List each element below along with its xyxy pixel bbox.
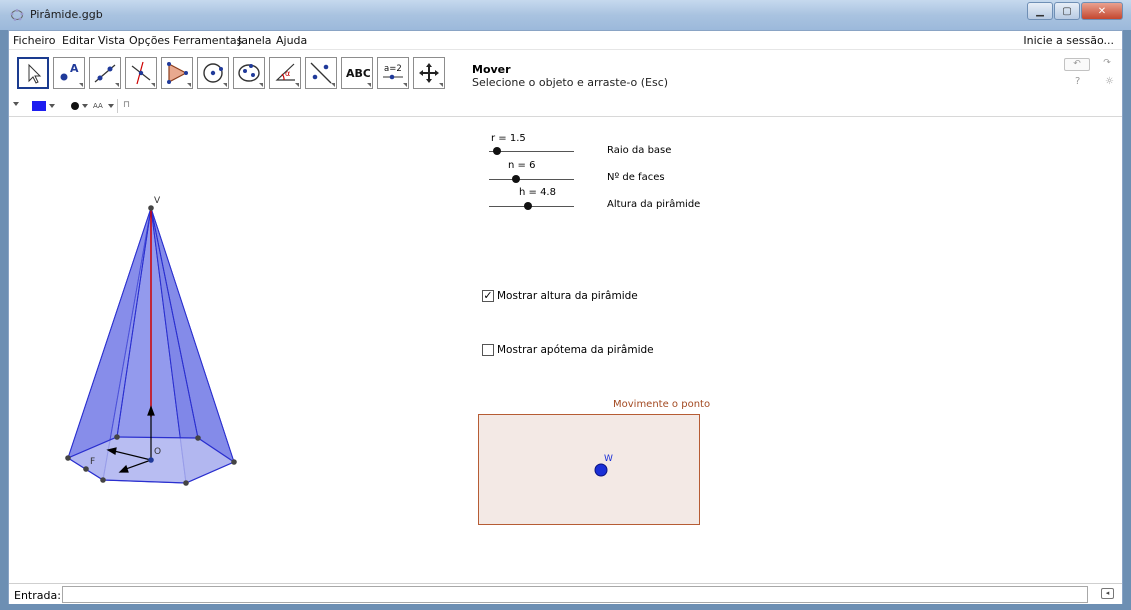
checkbox-show-height[interactable]: ✓ Mostrar altura da pirâmide xyxy=(482,290,638,302)
window-titlebar: Pirâmide.ggb ▁ ▢ ✕ xyxy=(0,0,1131,30)
color-swatch[interactable] xyxy=(32,101,46,111)
stylebar-divider xyxy=(117,99,118,113)
slider-r-knob[interactable] xyxy=(493,147,501,155)
vertex-point[interactable] xyxy=(231,459,237,465)
foot-label: F xyxy=(90,457,95,467)
point-style-icon[interactable] xyxy=(71,102,79,110)
tool-line[interactable] xyxy=(89,57,121,89)
vertex-point[interactable] xyxy=(183,480,189,486)
slider-h-knob[interactable] xyxy=(524,202,532,210)
slider-n-caption: Nº de faces xyxy=(607,172,665,183)
checkbox-show-apothem-label: Mostrar apótema da pirâmide xyxy=(497,344,654,356)
menu-ficheiro[interactable]: Ficheiro xyxy=(13,34,55,47)
tool-perpendicular[interactable] xyxy=(125,57,157,89)
tool-circle[interactable] xyxy=(197,57,229,89)
menu-ajuda[interactable]: Ajuda xyxy=(276,34,307,47)
point-w-label: W xyxy=(604,454,613,464)
checkbox-unchecked-icon xyxy=(482,344,494,356)
tool-text[interactable]: ABC xyxy=(341,57,373,89)
graphics-view[interactable]: V O F r = 1.5 Raio da base n = 6 Nº de f… xyxy=(9,117,1122,583)
undo-icon: ↶ xyxy=(1073,59,1081,69)
help-icon[interactable]: ? xyxy=(1075,76,1080,87)
slider-n-track[interactable] xyxy=(489,179,574,180)
tool-conic[interactable] xyxy=(233,57,265,89)
color-dropdown-icon[interactable] xyxy=(49,104,55,108)
tool-angle[interactable]: α xyxy=(269,57,301,89)
checkbox-checked-icon: ✓ xyxy=(482,289,494,302)
center-point-o[interactable] xyxy=(148,457,154,463)
menu-ferramentas[interactable]: Ferramentas xyxy=(173,34,242,47)
input-field[interactable] xyxy=(62,586,1088,603)
slider-r-track[interactable] xyxy=(489,151,574,152)
minimize-icon: ▁ xyxy=(1036,5,1044,17)
menu-bar: Ficheiro Editar Vista Opções Ferramentas… xyxy=(9,31,1122,50)
tool-slider[interactable]: a=2 xyxy=(377,57,409,89)
slider-r-label: r = 1.5 xyxy=(491,133,526,144)
redo-icon: ↷ xyxy=(1103,58,1111,68)
app-window: Ficheiro Editar Vista Opções Ferramentas… xyxy=(8,30,1123,604)
slider-n-label: n = 6 xyxy=(508,160,536,171)
point-w-drawing: W xyxy=(594,454,613,477)
move-arrow-icon xyxy=(28,63,42,84)
vertex-point[interactable] xyxy=(100,477,106,483)
input-bar: Entrada: ◂ xyxy=(9,583,1122,604)
style-bar: AA ⊓ xyxy=(9,97,1122,117)
label-style-icon[interactable]: AA xyxy=(93,102,103,110)
svg-text:α: α xyxy=(285,69,290,78)
window-title: Pirâmide.ggb xyxy=(30,8,103,21)
maximize-button[interactable]: ▢ xyxy=(1054,2,1080,20)
lock-icon[interactable]: ⊓ xyxy=(123,100,130,110)
input-help-button[interactable]: ◂ xyxy=(1101,588,1114,599)
input-label: Entrada: xyxy=(14,589,61,602)
maximize-icon: ▢ xyxy=(1062,5,1072,17)
slider-h-label: h = 4.8 xyxy=(519,187,556,198)
menu-vista[interactable]: Vista xyxy=(98,34,125,47)
menu-editar[interactable]: Editar xyxy=(62,34,95,47)
point-f[interactable] xyxy=(83,466,89,472)
stylebar-toggle-icon[interactable] xyxy=(13,102,19,106)
apex-label: V xyxy=(154,196,161,206)
geogebra-app-icon xyxy=(10,9,24,21)
point-style-dropdown-icon[interactable] xyxy=(82,104,88,108)
redo-button[interactable]: ↷ xyxy=(1094,58,1120,71)
toolbar: A α ABC a=2 Mover Selecione o objeto e a… xyxy=(9,51,1122,97)
close-button[interactable]: ✕ xyxy=(1081,2,1123,20)
move-area-title: Movimente o ponto xyxy=(613,399,711,410)
vertex-point[interactable] xyxy=(195,435,201,441)
move-area-box[interactable]: W xyxy=(478,414,700,525)
svg-text:a=2: a=2 xyxy=(384,64,402,74)
tool-polygon[interactable] xyxy=(161,57,193,89)
slider-n-knob[interactable] xyxy=(512,175,520,183)
active-tool-help: Selecione o objeto e arraste-o (Esc) xyxy=(472,76,669,89)
vertex-point[interactable] xyxy=(65,455,71,461)
login-link[interactable]: Inicie a sessão... xyxy=(1023,34,1114,47)
slider-h-caption: Altura da pirâmide xyxy=(607,199,701,210)
minimize-button[interactable]: ▁ xyxy=(1027,2,1053,20)
tool-point[interactable]: A xyxy=(53,57,85,89)
svg-text:ABC: ABC xyxy=(346,67,370,80)
vertex-point[interactable] xyxy=(148,205,154,211)
point-w[interactable] xyxy=(594,463,608,477)
tool-reflect[interactable] xyxy=(305,57,337,89)
slider-r-caption: Raio da base xyxy=(607,145,672,156)
tool-move-view[interactable] xyxy=(413,57,445,89)
active-tool-name: Mover xyxy=(472,63,511,76)
center-label: O xyxy=(154,447,161,457)
svg-text:A: A xyxy=(70,62,79,75)
close-icon: ✕ xyxy=(1097,5,1107,17)
keyboard-icon: ◂ xyxy=(1105,589,1110,597)
checkbox-show-height-label: Mostrar altura da pirâmide xyxy=(497,290,638,302)
settings-gear-icon[interactable]: ☼ xyxy=(1105,76,1114,87)
menu-janela[interactable]: Janela xyxy=(238,34,272,47)
vertex-point[interactable] xyxy=(114,434,120,440)
menu-opcoes[interactable]: Opções xyxy=(129,34,170,47)
undo-button[interactable]: ↶ xyxy=(1064,58,1090,71)
checkbox-show-apothem[interactable]: Mostrar apótema da pirâmide xyxy=(482,344,654,356)
label-style-dropdown-icon[interactable] xyxy=(108,104,114,108)
tool-move[interactable] xyxy=(17,57,49,89)
